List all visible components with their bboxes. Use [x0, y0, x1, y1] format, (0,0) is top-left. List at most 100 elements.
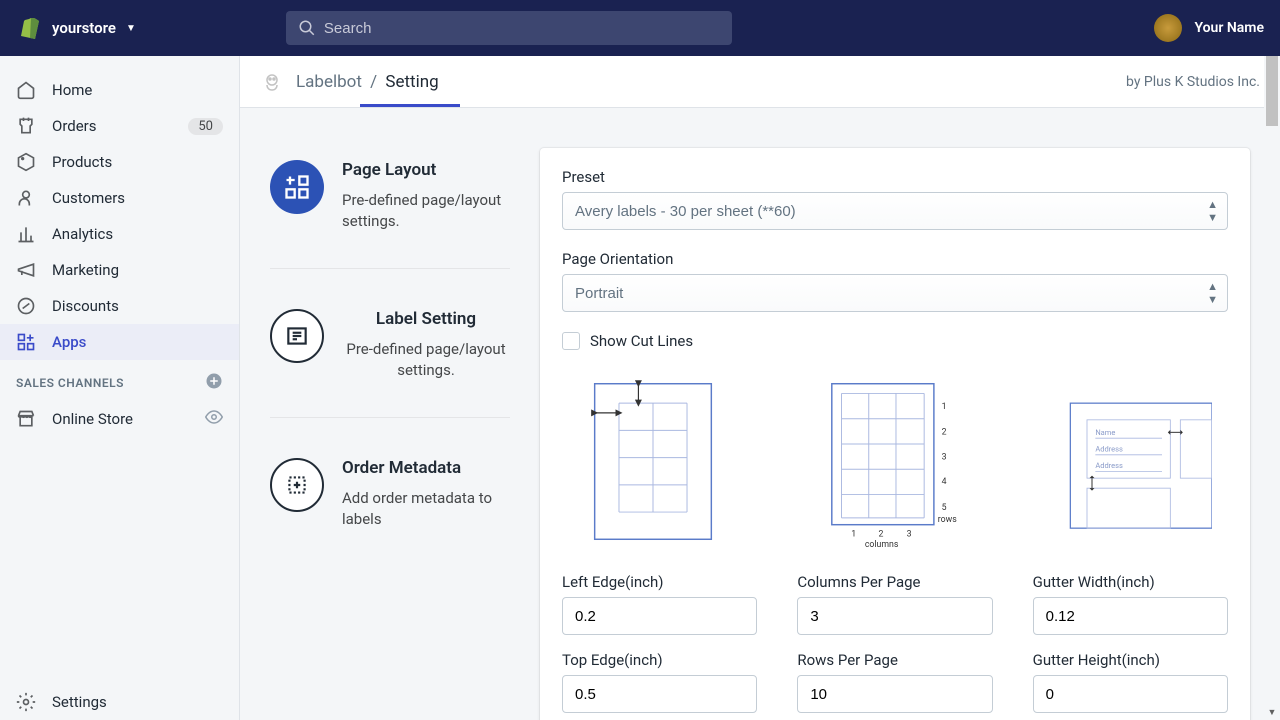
store-dropdown-caret[interactable]: ▼: [126, 23, 136, 34]
svg-text:1: 1: [851, 529, 856, 539]
scrollbar[interactable]: ▼: [1264, 56, 1280, 720]
svg-text:4: 4: [942, 477, 947, 487]
nav-customers[interactable]: Customers: [0, 180, 239, 216]
nav-orders[interactable]: Orders 50: [0, 108, 239, 144]
store-icon: [16, 409, 36, 429]
section-page-layout: Page Layout Pre-defined page/layout sett…: [270, 148, 510, 269]
diagram-rows-cols: 1 2 3 4 5 rows 1 2 3 columns: [804, 374, 986, 549]
view-store-icon[interactable]: [205, 408, 223, 430]
avatar[interactable]: [1154, 14, 1182, 42]
nav-products[interactable]: Products: [0, 144, 239, 180]
nav-label: Online Store: [52, 410, 133, 428]
search-input[interactable]: [324, 20, 720, 37]
nav-label: Discounts: [52, 297, 119, 315]
svg-text:Name: Name: [1095, 428, 1115, 437]
nav-home[interactable]: Home: [0, 72, 239, 108]
breadcrumb-current: Setting: [385, 72, 438, 92]
nav-label: Orders: [52, 117, 97, 135]
svg-text:3: 3: [942, 453, 947, 463]
left-edge-input[interactable]: [562, 597, 757, 635]
svg-text:Address: Address: [1095, 445, 1123, 454]
gutter-h-label: Gutter Height(inch): [1033, 651, 1228, 669]
section-label-setting: Label Setting Pre-defined page/layout se…: [270, 297, 510, 418]
cols-label: Columns Per Page: [797, 573, 992, 591]
svg-text:rows: rows: [938, 515, 957, 525]
section-header-label: SALES CHANNELS: [16, 376, 124, 390]
products-icon: [16, 152, 36, 172]
page-layout-icon: [270, 160, 324, 214]
settings-sections: Page Layout Pre-defined page/layout sett…: [270, 148, 510, 720]
diagram-gutter: Name Address Address: [1046, 374, 1228, 549]
gutter-h-input[interactable]: [1033, 675, 1228, 713]
nav-online-store[interactable]: Online Store: [0, 401, 239, 437]
top-edge-input[interactable]: [562, 675, 757, 713]
svg-text:2: 2: [942, 427, 947, 437]
rows-input[interactable]: [797, 675, 992, 713]
orders-badge: 50: [188, 118, 223, 135]
content-area: Labelbot / Setting by Plus K Studios Inc…: [240, 56, 1280, 720]
gutter-w-input[interactable]: [1033, 597, 1228, 635]
store-name[interactable]: yourstore: [52, 19, 116, 37]
orders-icon: [16, 116, 36, 136]
search-icon: [298, 19, 316, 37]
settings-card: Preset Avery labels - 30 per sheet (**60…: [540, 148, 1250, 720]
customers-icon: [16, 188, 36, 208]
section-order-metadata: Order Metadata Add order metadata to lab…: [270, 446, 510, 566]
breadcrumb: Labelbot / Setting: [296, 72, 439, 92]
gear-icon: [16, 692, 36, 712]
tab-indicator: [360, 104, 460, 107]
diagram-left-edge: [562, 374, 744, 549]
svg-text:2: 2: [878, 529, 883, 539]
rows-label: Rows Per Page: [797, 651, 992, 669]
cols-input[interactable]: [797, 597, 992, 635]
breadcrumb-sep: /: [370, 72, 377, 92]
home-icon: [16, 80, 36, 100]
nav-settings[interactable]: Settings: [0, 684, 239, 720]
section-desc: Pre-defined page/layout settings.: [342, 190, 510, 232]
scrollbar-down-arrow[interactable]: ▼: [1264, 704, 1280, 720]
top-edge-label: Top Edge(inch): [562, 651, 757, 669]
apps-icon: [16, 332, 36, 352]
nav-marketing[interactable]: Marketing: [0, 252, 239, 288]
svg-text:5: 5: [942, 503, 947, 513]
sales-channels-header: SALES CHANNELS: [0, 360, 239, 401]
label-setting-icon: [270, 309, 324, 363]
left-edge-label: Left Edge(inch): [562, 573, 757, 591]
nav-label: Home: [52, 81, 92, 99]
section-desc: Add order metadata to labels: [342, 488, 510, 530]
marketing-icon: [16, 260, 36, 280]
gutter-w-label: Gutter Width(inch): [1033, 573, 1228, 591]
topbar: yourstore ▼ Your Name: [0, 0, 1280, 56]
shopify-logo: [16, 16, 40, 40]
nav-label: Apps: [52, 333, 86, 351]
labelbot-icon: [260, 70, 284, 94]
breadcrumb-app[interactable]: Labelbot: [296, 72, 362, 92]
svg-text:columns: columns: [865, 540, 899, 549]
orientation-select[interactable]: Portrait: [562, 274, 1228, 312]
nav-label: Products: [52, 153, 112, 171]
section-desc: Pre-defined page/layout settings.: [342, 339, 510, 381]
preset-label: Preset: [562, 168, 1228, 186]
nav-label: Analytics: [52, 225, 113, 243]
show-cutlines-checkbox[interactable]: [562, 332, 580, 350]
sidebar: Home Orders 50 Products Customers Analyt…: [0, 56, 240, 720]
order-metadata-icon: [270, 458, 324, 512]
svg-text:1: 1: [942, 402, 947, 412]
search-box[interactable]: [286, 11, 732, 45]
user-name[interactable]: Your Name: [1194, 20, 1264, 36]
app-header: Labelbot / Setting by Plus K Studios Inc…: [240, 56, 1280, 108]
discounts-icon: [16, 296, 36, 316]
scrollbar-thumb[interactable]: [1266, 56, 1278, 126]
nav-discounts[interactable]: Discounts: [0, 288, 239, 324]
preset-select[interactable]: Avery labels - 30 per sheet (**60): [562, 192, 1228, 230]
svg-text:Address: Address: [1095, 461, 1123, 470]
add-channel-icon[interactable]: [205, 372, 223, 393]
section-title: Label Setting: [342, 309, 510, 329]
nav-analytics[interactable]: Analytics: [0, 216, 239, 252]
show-cutlines-label: Show Cut Lines: [590, 332, 693, 350]
nav-apps[interactable]: Apps: [0, 324, 239, 360]
nav-label: Marketing: [52, 261, 119, 279]
section-title: Page Layout: [342, 160, 510, 180]
svg-text:3: 3: [907, 529, 912, 539]
nav-label: Settings: [52, 693, 107, 711]
